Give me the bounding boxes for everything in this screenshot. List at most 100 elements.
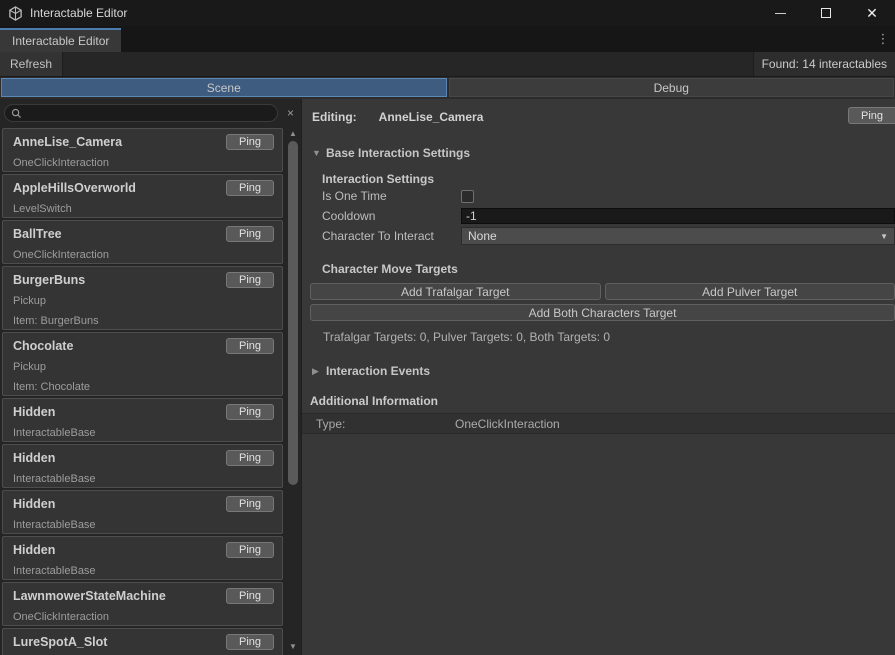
tab-context-menu-icon[interactable]: ⋮ (875, 30, 891, 48)
type-row: Type: OneClickInteraction (302, 413, 895, 434)
targets-summary: Trafalgar Targets: 0, Pulver Targets: 0,… (323, 330, 895, 344)
search-icon (11, 108, 22, 119)
list-item[interactable]: LureSpotA_Slot Ping OneClickInteraction (2, 628, 283, 655)
item-ping-button[interactable]: Ping (226, 496, 274, 512)
add-trafalgar-target-button[interactable]: Add Trafalgar Target (310, 283, 601, 300)
type-value: OneClickInteraction (455, 417, 560, 431)
item-name: Hidden (13, 542, 226, 557)
window-controls: ✕ (757, 0, 895, 26)
search-input[interactable] (26, 107, 271, 119)
list-item[interactable]: AppleHillsOverworld Ping LevelSwitch (2, 174, 283, 218)
refresh-label: Refresh (10, 57, 52, 71)
search-clear-button[interactable]: × (282, 105, 299, 122)
add-both-label: Add Both Characters Target (529, 306, 677, 320)
list-item[interactable]: Hidden Ping InteractableBase (2, 444, 283, 488)
item-ping-label: Ping (239, 406, 261, 418)
character-move-targets-header: Character Move Targets (322, 262, 895, 276)
interactable-list: AnneLise_Camera Ping OneClickInteraction… (2, 128, 283, 655)
maximize-button[interactable] (803, 0, 849, 26)
item-ping-button[interactable]: Ping (226, 226, 274, 242)
list-scrollbar[interactable]: ▲ ▼ (286, 128, 300, 655)
additional-information-header: Additional Information (310, 394, 895, 408)
item-name: Hidden (13, 450, 226, 465)
cooldown-row: Cooldown (322, 206, 895, 226)
item-type-label: OneClickInteraction (13, 156, 274, 170)
item-name: Hidden (13, 404, 226, 419)
base-interaction-settings-foldout[interactable]: ▼ Base Interaction Settings (312, 146, 895, 160)
list-item[interactable]: AnneLise_Camera Ping OneClickInteraction (2, 128, 283, 172)
add-pulver-label: Add Pulver Target (702, 285, 797, 299)
item-ping-label: Ping (239, 182, 261, 194)
item-type-label: OneClickInteraction (13, 248, 274, 262)
refresh-button[interactable]: Refresh (0, 52, 63, 76)
maximize-icon (821, 8, 831, 18)
view-tabs: Scene Debug (0, 77, 895, 99)
item-type-label: Item: Chocolate (13, 380, 274, 394)
scroll-down-icon[interactable]: ▼ (286, 641, 300, 653)
item-type-label: Pickup (13, 360, 274, 374)
search-field[interactable] (4, 104, 278, 122)
interaction-events-foldout[interactable]: ▶ Interaction Events (312, 364, 895, 378)
item-name: BurgerBuns (13, 272, 226, 287)
tab-interactable-editor[interactable]: Interactable Editor (0, 28, 121, 52)
item-ping-button[interactable]: Ping (226, 542, 274, 558)
item-name: LawnmowerStateMachine (13, 588, 226, 603)
list-item[interactable]: Chocolate Ping Pickup Item: Chocolate (2, 332, 283, 396)
item-type-label: InteractableBase (13, 518, 274, 532)
foldout-collapsed-icon: ▶ (312, 366, 320, 377)
search-row: × (0, 99, 301, 127)
scroll-up-icon[interactable]: ▲ (286, 128, 300, 140)
item-ping-button[interactable]: Ping (226, 634, 274, 650)
item-ping-button[interactable]: Ping (226, 134, 274, 150)
editing-ping-button[interactable]: Ping (848, 107, 895, 124)
found-count-text: Found: 14 interactables (762, 57, 887, 71)
tab-debug-label: Debug (654, 81, 689, 95)
editing-ping-label: Ping (861, 110, 883, 122)
list-item[interactable]: LawnmowerStateMachine Ping OneClickInter… (2, 582, 283, 626)
item-ping-label: Ping (239, 636, 261, 648)
list-item[interactable]: Hidden Ping InteractableBase (2, 536, 283, 580)
list-item[interactable]: BallTree Ping OneClickInteraction (2, 220, 283, 264)
editor-tab-row: Interactable Editor ⋮ (0, 26, 895, 52)
cooldown-label: Cooldown (322, 209, 461, 223)
item-type-label: InteractableBase (13, 426, 274, 440)
item-ping-button[interactable]: Ping (226, 404, 274, 420)
tab-scene[interactable]: Scene (1, 78, 447, 97)
list-item[interactable]: Hidden Ping InteractableBase (2, 398, 283, 442)
item-type-label: LevelSwitch (13, 202, 274, 216)
item-ping-button[interactable]: Ping (226, 338, 274, 354)
character-to-interact-row: Character To Interact None ▼ (322, 226, 895, 246)
close-button[interactable]: ✕ (849, 0, 895, 26)
item-type-label: InteractableBase (13, 472, 274, 486)
foldout-open-icon: ▼ (312, 148, 320, 158)
editing-label: Editing: (312, 110, 357, 124)
list-item[interactable]: BurgerBuns Ping PickupItem: BurgerBuns (2, 266, 283, 330)
item-ping-button[interactable]: Ping (226, 272, 274, 288)
add-both-characters-target-button[interactable]: Add Both Characters Target (310, 304, 895, 321)
character-to-interact-dropdown[interactable]: None ▼ (461, 227, 895, 245)
list-item[interactable]: Hidden Ping InteractableBase (2, 490, 283, 534)
item-name: Chocolate (13, 338, 226, 353)
interactable-editor-window: Interactable Editor ✕ Interactable Edito… (0, 0, 895, 655)
item-ping-button[interactable]: Ping (226, 588, 274, 604)
add-pulver-target-button[interactable]: Add Pulver Target (605, 283, 895, 300)
is-one-time-label: Is One Time (322, 189, 461, 203)
item-ping-label: Ping (239, 498, 261, 510)
is-one-time-checkbox[interactable] (461, 190, 474, 203)
scrollbar-thumb[interactable] (288, 141, 298, 485)
tab-debug[interactable]: Debug (449, 78, 895, 97)
close-icon: ✕ (866, 6, 878, 20)
item-ping-label: Ping (239, 340, 261, 352)
item-ping-label: Ping (239, 274, 261, 286)
item-name: AppleHillsOverworld (13, 180, 226, 195)
cooldown-input[interactable] (461, 208, 895, 224)
item-ping-button[interactable]: Ping (226, 180, 274, 196)
item-type-label: InteractableBase (13, 564, 274, 578)
item-ping-label: Ping (239, 228, 261, 240)
type-label: Type: (316, 417, 455, 431)
minimize-button[interactable] (757, 0, 803, 26)
item-ping-button[interactable]: Ping (226, 450, 274, 466)
item-name: Hidden (13, 496, 226, 511)
chevron-down-icon: ▼ (880, 232, 888, 241)
doc-tab-label: Interactable Editor (12, 34, 109, 48)
